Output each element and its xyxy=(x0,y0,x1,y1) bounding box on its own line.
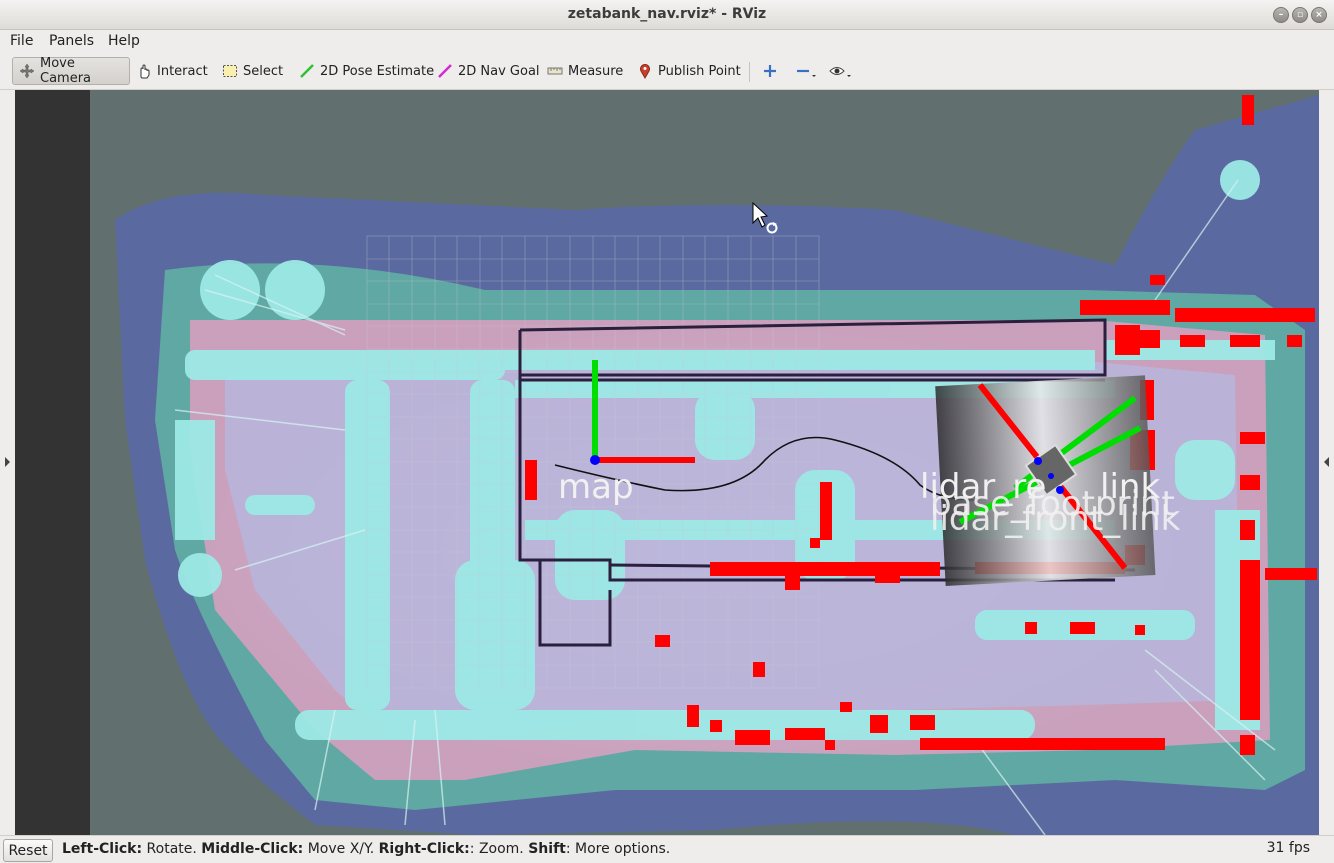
move-camera-button[interactable]: Move Camera xyxy=(12,56,130,86)
right-click-action: : Zoom. xyxy=(469,841,529,857)
interact-label: Interact xyxy=(157,63,208,79)
minimize-icon[interactable]: – xyxy=(1273,7,1289,23)
magenta-arrow-icon xyxy=(437,63,453,79)
hand-pointer-icon xyxy=(136,63,152,79)
select-button[interactable]: Select xyxy=(216,57,289,85)
menu-file[interactable]: File xyxy=(10,33,33,49)
reset-button[interactable]: Reset xyxy=(3,839,53,862)
pose-estimate-label: 2D Pose Estimate xyxy=(320,63,435,79)
fps-counter: 31 fps xyxy=(1266,840,1310,856)
ruler-icon xyxy=(547,63,563,79)
right-click-key: Right-Click: xyxy=(378,841,470,857)
menu-panels[interactable]: Panels xyxy=(49,33,94,49)
measure-label: Measure xyxy=(568,63,624,79)
viewport-edge-shadow xyxy=(15,90,90,835)
right-dock-handle[interactable] xyxy=(1319,90,1334,835)
scene-canvas[interactable]: map lidar_re link base_footprint lidar_f… xyxy=(15,90,1319,835)
tool-bar: Move Camera Interact Select 2D Pose Esti… xyxy=(0,52,1334,90)
move-camera-icon xyxy=(19,63,35,79)
measure-button[interactable]: Measure xyxy=(541,57,629,85)
window-title: zetabank_nav.rviz* - RViz xyxy=(567,6,767,22)
view-options-button[interactable] xyxy=(823,57,856,85)
left-click-action: Rotate. xyxy=(142,841,202,857)
select-box-icon xyxy=(222,63,238,79)
eye-icon xyxy=(829,63,851,79)
shift-key: Shift xyxy=(528,841,566,857)
move-camera-label: Move Camera xyxy=(40,56,92,86)
select-label: Select xyxy=(243,63,284,79)
plus-icon xyxy=(762,63,778,79)
lidar-front-frame-label: lidar_front_link xyxy=(930,499,1181,539)
menu-bar: File Panels Help xyxy=(0,30,1334,52)
remove-tool-button[interactable] xyxy=(789,57,822,85)
nav-goal-button[interactable]: 2D Nav Goal xyxy=(431,57,546,85)
menu-help[interactable]: Help xyxy=(108,33,140,49)
middle-click-action: Move X/Y. xyxy=(303,841,379,857)
render-viewport[interactable]: map lidar_re link base_footprint lidar_f… xyxy=(0,90,1334,835)
close-icon[interactable]: × xyxy=(1311,7,1327,23)
left-dock-handle[interactable] xyxy=(0,90,15,835)
mouse-hint: Left-Click: Rotate. Middle-Click: Move X… xyxy=(62,841,670,857)
publish-point-button[interactable]: Publish Point xyxy=(631,57,747,85)
nav-goal-label: 2D Nav Goal xyxy=(458,63,540,79)
middle-click-key: Middle-Click: xyxy=(201,841,304,857)
left-click-key: Left-Click: xyxy=(62,841,143,857)
map-frame-label: map xyxy=(558,467,634,507)
shift-action: : More options. xyxy=(565,841,671,857)
minus-icon xyxy=(795,63,816,79)
status-bar: Reset Left-Click: Rotate. Middle-Click: … xyxy=(0,835,1334,863)
add-tool-button[interactable] xyxy=(756,57,789,85)
pose-estimate-button[interactable]: 2D Pose Estimate xyxy=(293,57,440,85)
interact-button[interactable]: Interact xyxy=(130,57,214,85)
publish-point-label: Publish Point xyxy=(658,63,741,79)
map-pin-icon xyxy=(637,63,653,80)
green-arrow-icon xyxy=(299,63,315,79)
maximize-icon[interactable]: ▫ xyxy=(1292,7,1308,23)
title-bar: zetabank_nav.rviz* - RViz – ▫ × xyxy=(0,0,1334,30)
toolbar-separator xyxy=(749,62,750,82)
